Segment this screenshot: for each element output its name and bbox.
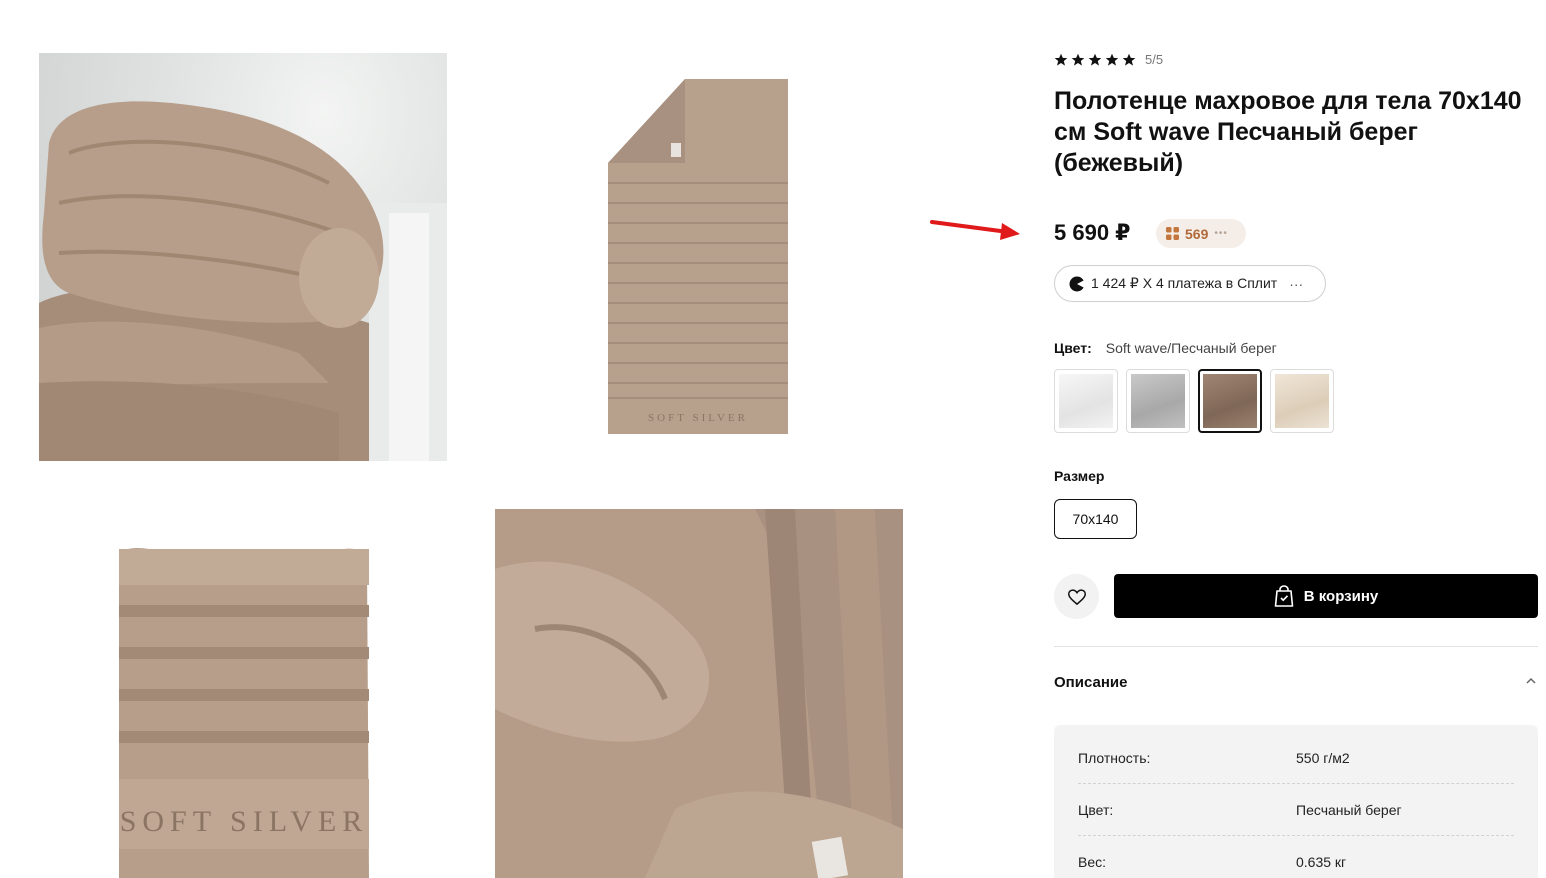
size-option-70x140[interactable]: 70x140 <box>1054 499 1137 539</box>
rolled-towel-photo: SOFT SILVER <box>119 548 369 878</box>
star-icon <box>1088 53 1102 66</box>
product-title: Полотенце махровое для тела 70x140 см So… <box>1054 87 1522 177</box>
cart-label: В корзину <box>1303 587 1379 605</box>
divider <box>1054 646 1538 647</box>
chevron-up-icon <box>1526 677 1536 684</box>
towel-closeup-photo <box>495 509 903 878</box>
specs-table: Плотность: 550 г/м2 Цвет: Песчаный берег… <box>1054 725 1538 878</box>
description-label: Описание <box>1054 674 1128 691</box>
description-toggle[interactable]: Описание <box>1054 674 1538 691</box>
favorite-button[interactable] <box>1054 574 1099 619</box>
star-icon <box>1071 53 1085 66</box>
spec-value: 0.635 кг <box>1296 854 1347 870</box>
red-arrow-icon <box>930 220 1020 240</box>
product-image-2[interactable]: SOFT SILVER <box>495 53 903 461</box>
split-icon <box>1069 276 1085 291</box>
add-to-cart-button[interactable]: В корзину <box>1114 574 1538 618</box>
more-icon: ••• <box>1214 228 1228 239</box>
star-icon <box>1105 53 1119 66</box>
star-icon <box>1054 53 1068 66</box>
spec-key: Цвет: <box>1078 801 1114 818</box>
color-swatches <box>1054 369 1334 433</box>
rating-value: 5/5 <box>1145 52 1164 67</box>
color-swatch-grey[interactable] <box>1126 369 1190 433</box>
bonus-badge[interactable]: 569 ••• <box>1156 219 1246 248</box>
spec-row: Цвет: Песчаный берег <box>1078 784 1514 836</box>
bonus-icon <box>1166 227 1179 240</box>
star-icon <box>1122 53 1136 66</box>
spec-row: Плотность: 550 г/м2 <box>1078 732 1514 784</box>
product-image-1[interactable] <box>39 53 447 461</box>
product-image-3[interactable]: SOFT SILVER <box>39 509 447 878</box>
color-label-title: Цвет: <box>1054 340 1092 356</box>
swatch-fill <box>1059 374 1113 428</box>
heart-icon <box>1067 588 1086 605</box>
product-image-4[interactable] <box>495 509 903 878</box>
swatch-fill <box>1131 374 1185 428</box>
color-swatch-sand[interactable] <box>1198 369 1262 433</box>
folded-towel-photo <box>39 101 447 461</box>
size-label: Размер <box>1054 468 1105 484</box>
bonus-value: 569 <box>1185 225 1209 242</box>
rating[interactable]: 5/5 <box>1054 52 1163 67</box>
split-text: 1 424 ₽ Х 4 платежа в Сплит <box>1091 275 1278 291</box>
brand-logo-text: SOFT SILVER <box>120 805 369 838</box>
color-label: Цвет: Soft wave/Песчаный берег <box>1054 340 1277 356</box>
split-payment-button[interactable]: 1 424 ₽ Х 4 платежа в Сплит ··· <box>1054 265 1326 302</box>
spec-value: 550 г/м2 <box>1296 749 1350 766</box>
more-icon: ··· <box>1289 275 1304 292</box>
spec-value: Песчаный берег <box>1296 801 1402 818</box>
color-swatch-white[interactable] <box>1054 369 1118 433</box>
product-price: 5 690 ₽ <box>1054 220 1131 245</box>
shopping-bag-icon <box>1274 585 1294 607</box>
swatch-fill <box>1275 374 1329 428</box>
color-value: Soft wave/Песчаный берег <box>1105 340 1277 356</box>
spec-row: Вес: 0.635 кг <box>1078 836 1514 878</box>
swatch-fill <box>1203 374 1257 428</box>
color-swatch-cream[interactable] <box>1270 369 1334 433</box>
spec-key: Плотность: <box>1078 749 1151 766</box>
spec-key: Вес: <box>1078 854 1107 870</box>
brand-text: SOFT SILVER <box>648 412 748 424</box>
flat-towel-photo: SOFT SILVER <box>608 79 788 434</box>
